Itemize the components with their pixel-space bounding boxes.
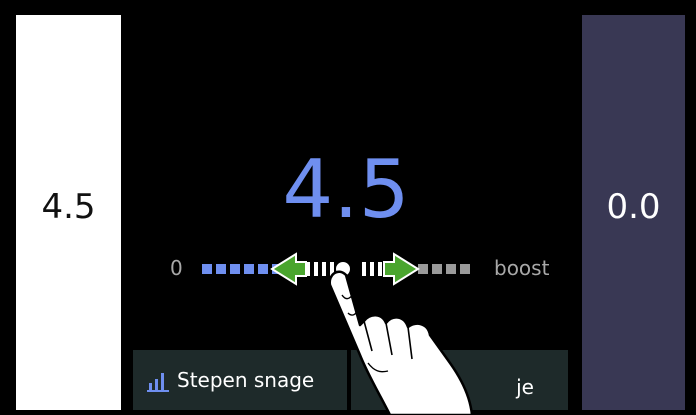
- hand-gesture-icon: [328, 270, 474, 415]
- cooktop-display: 4.5 4.5 0 boost Stepen snage je 0.0: [0, 0, 696, 415]
- bar-chart-icon: [147, 373, 169, 392]
- right-zone-panel[interactable]: 0.0: [582, 15, 685, 410]
- left-zone-panel[interactable]: 4.5: [16, 15, 121, 410]
- main-power-value: 4.5: [282, 143, 410, 236]
- slider-min-label: 0: [170, 256, 183, 280]
- tab-power-label: Stepen snage: [177, 368, 315, 392]
- decrease-arrow-icon[interactable]: [270, 252, 307, 286]
- left-zone-value: 4.5: [41, 186, 96, 227]
- tab-power-level[interactable]: Stepen snage: [133, 350, 347, 410]
- right-zone-value: 0.0: [606, 186, 661, 227]
